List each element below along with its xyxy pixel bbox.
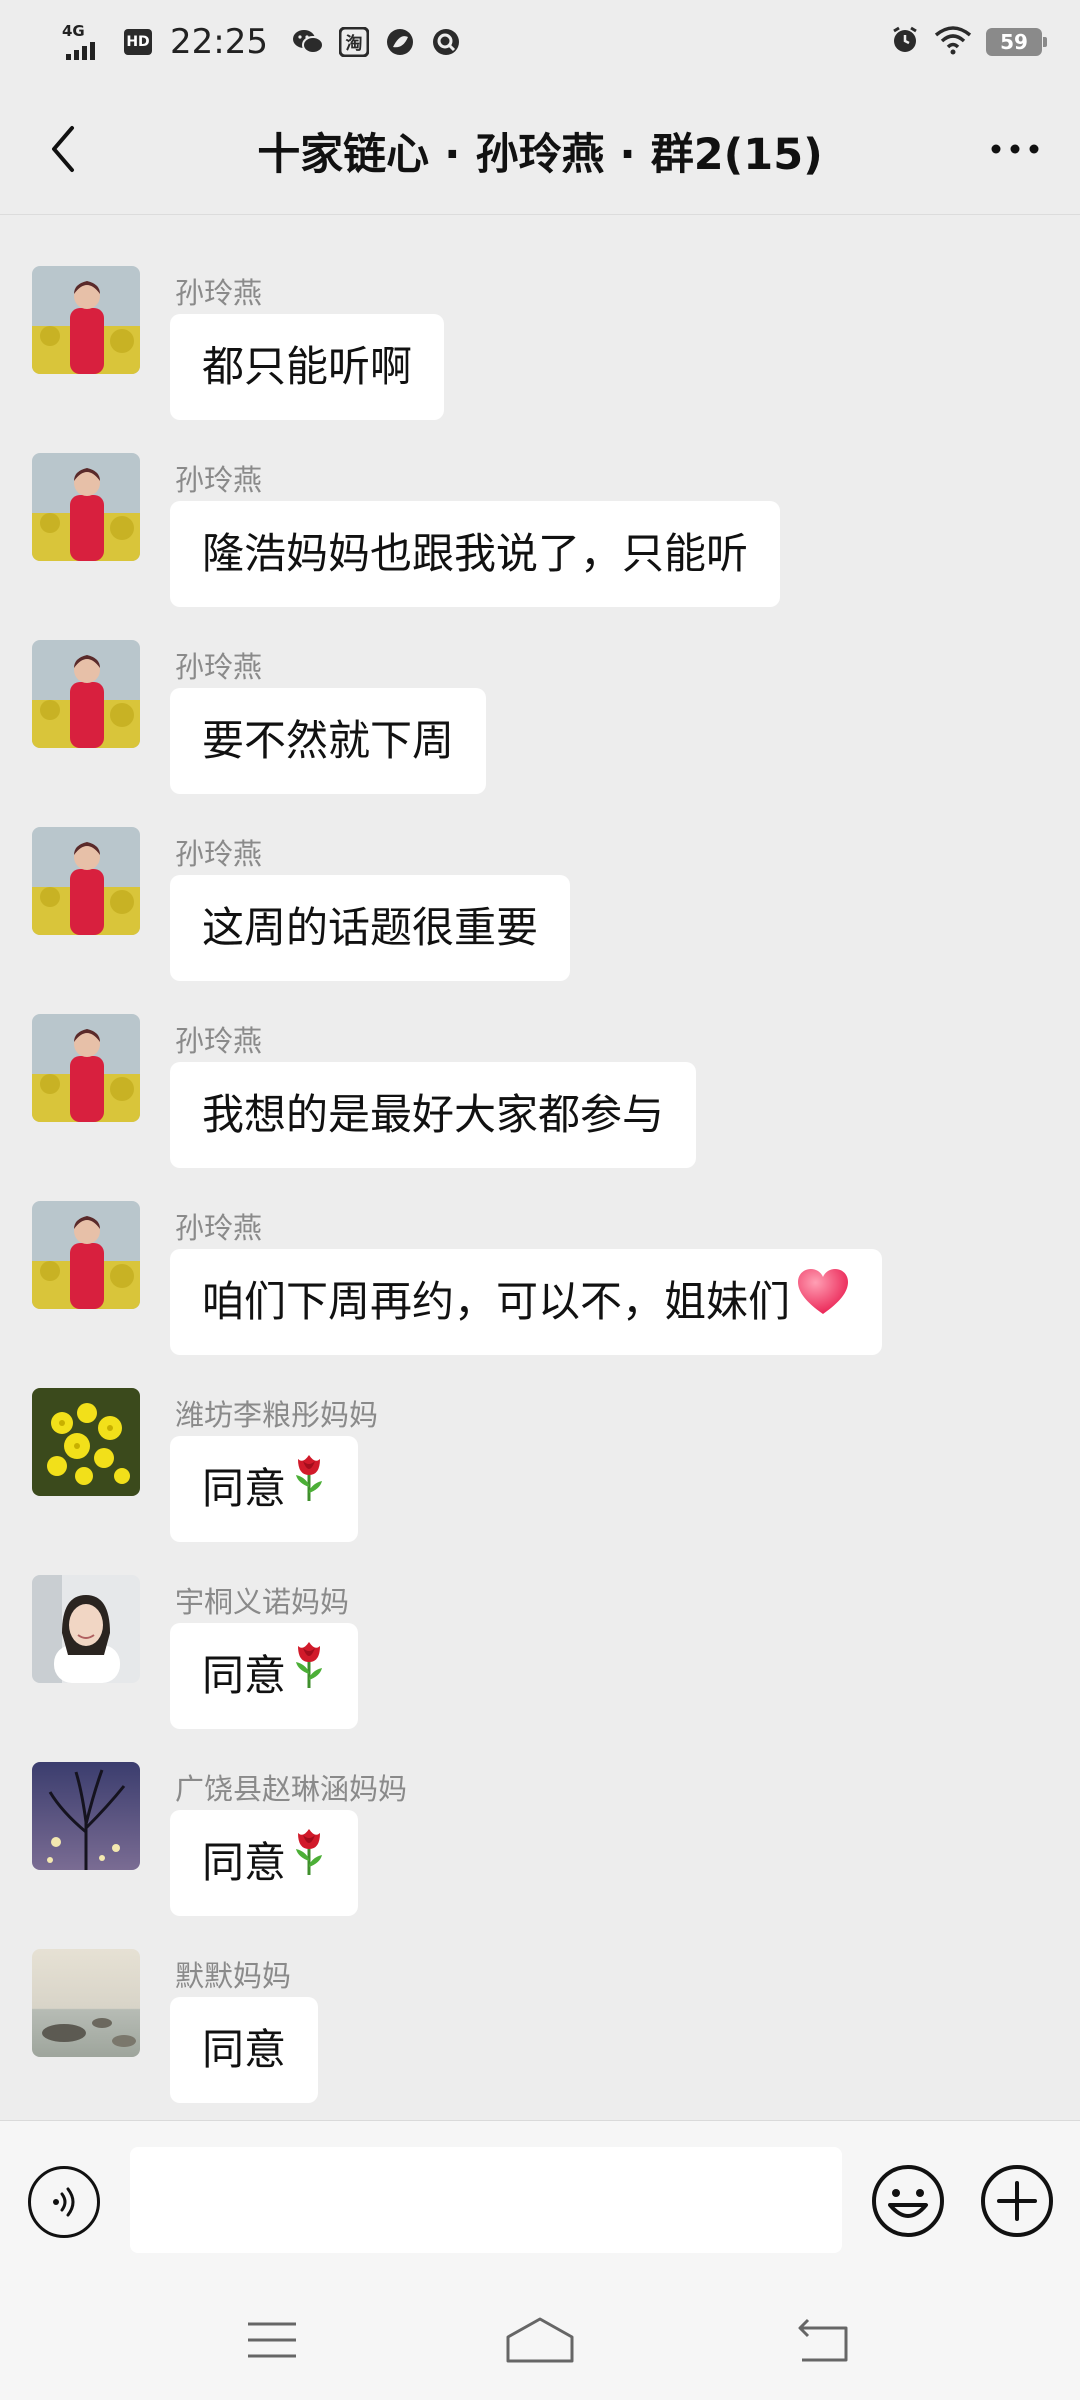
sender-name: 潍坊李粮彤妈妈 [175, 1398, 379, 1432]
message-text: 同意 [202, 2025, 287, 2074]
voice-icon [53, 2187, 75, 2217]
back-button[interactable] [28, 114, 98, 184]
avatar[interactable] [32, 1949, 140, 2057]
home-nav-button[interactable] [500, 2310, 580, 2370]
system-nav-bar [0, 2280, 1080, 2400]
emoji-icon [872, 2165, 944, 2237]
avatar[interactable] [32, 1575, 140, 1683]
message-bubble[interactable]: 同意 [170, 1997, 319, 2103]
chat-title: 十家链心 · 孙玲燕 · 群2(15) [257, 130, 823, 180]
hd-icon: HD [124, 29, 152, 55]
menu-nav-button[interactable] [232, 2310, 312, 2370]
message-list[interactable]: 孙玲燕 都只能听啊 孙玲燕 隆浩妈妈也跟我说了，只能听 孙玲燕 要不然就下周 孙… [0, 215, 1080, 2120]
leaf-app-icon [384, 26, 416, 58]
message-item: 广饶县赵琳涵妈妈 同意 [0, 1711, 1080, 1916]
more-options-button[interactable] [980, 114, 1050, 184]
battery-icon: 59 [986, 28, 1047, 56]
chat-header: 十家链心 · 孙玲燕 · 群2(15) [0, 84, 1080, 215]
sender-name: 宇桐义诺妈妈 [175, 1585, 350, 1619]
sender-name: 孙玲燕 [175, 276, 263, 310]
network-type: 4G [62, 22, 85, 40]
svg-text:淘: 淘 [345, 33, 362, 54]
message-item: 默默妈妈 同意 [0, 1898, 1080, 2103]
sender-name: 孙玲燕 [175, 837, 263, 871]
sender-name: 默默妈妈 [175, 1959, 292, 1993]
sender-name: 孙玲燕 [175, 1024, 263, 1058]
more-actions-button[interactable] [979, 2163, 1055, 2239]
home-icon [506, 2317, 574, 2363]
message-item: 孙玲燕 咱们下周再约，可以不，姐妹们 [0, 1150, 1080, 1355]
message-item: 孙玲燕 要不然就下周 [0, 589, 1080, 794]
signal-4g-icon: 4G [62, 22, 110, 62]
avatar[interactable] [32, 1762, 140, 1870]
chevron-left-icon [52, 126, 74, 172]
avatar[interactable] [32, 1388, 140, 1496]
message-item: 孙玲燕 我想的是最好大家都参与 [0, 963, 1080, 1168]
taobao-icon: 淘 [338, 26, 370, 58]
message-input[interactable] [130, 2147, 842, 2253]
status-bar: 4G HD 22:25 淘 59 [0, 0, 1080, 84]
avatar[interactable] [32, 827, 140, 935]
avatar[interactable] [32, 1201, 140, 1309]
avatar[interactable] [32, 266, 140, 374]
avatar[interactable] [32, 640, 140, 748]
status-time: 22:25 [170, 22, 268, 62]
sender-name: 孙玲燕 [175, 1211, 263, 1245]
wifi-icon [934, 25, 972, 59]
input-bar [0, 2120, 1080, 2281]
message-item: 潍坊李粮彤妈妈 同意 [0, 1337, 1080, 1542]
emoji-button[interactable] [870, 2163, 946, 2239]
message-item: 孙玲燕 隆浩妈妈也跟我说了，只能听 [0, 402, 1080, 607]
message-item: 孙玲燕 这周的话题很重要 [0, 776, 1080, 981]
back-nav-button[interactable] [784, 2310, 864, 2370]
voice-button[interactable] [28, 2166, 100, 2238]
more-dots-icon [991, 144, 1039, 154]
plus-icon [981, 2165, 1053, 2237]
wechat-icon [292, 26, 324, 58]
search-app-icon [430, 26, 462, 58]
avatar[interactable] [32, 453, 140, 561]
back-nav-icon [798, 2318, 848, 2362]
sender-name: 广饶县赵琳涵妈妈 [175, 1772, 408, 1806]
menu-icon [248, 2322, 296, 2358]
sender-name: 孙玲燕 [175, 650, 263, 684]
sender-name: 孙玲燕 [175, 463, 263, 497]
message-item: 孙玲燕 都只能听啊 [0, 215, 1080, 420]
message-item: 宇桐义诺妈妈 同意 [0, 1524, 1080, 1729]
avatar[interactable] [32, 1014, 140, 1122]
alarm-icon [890, 25, 920, 59]
